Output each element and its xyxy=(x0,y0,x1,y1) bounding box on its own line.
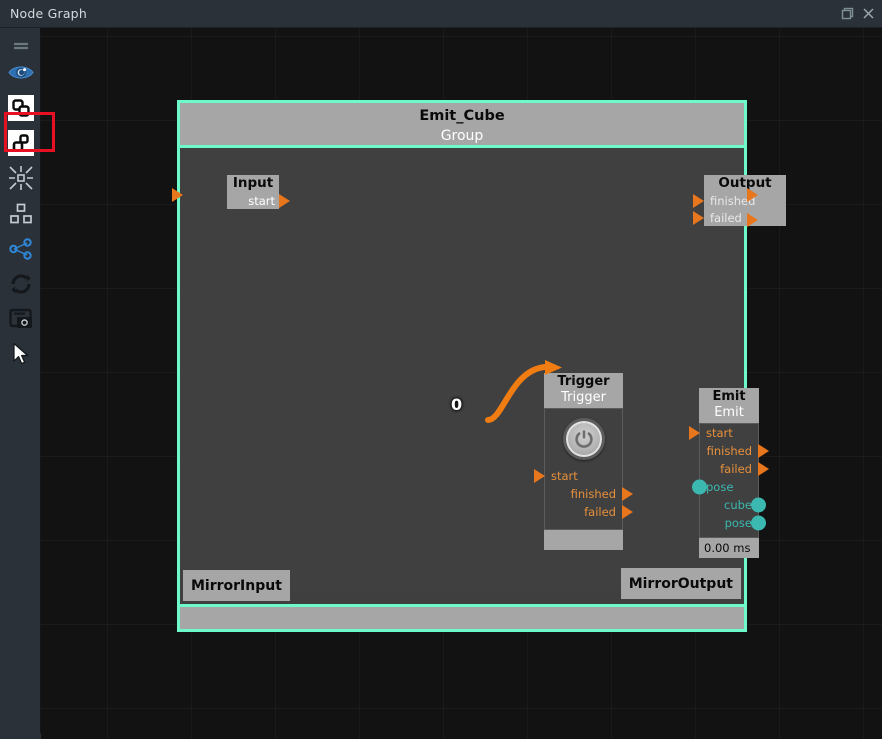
node-trigger-header: Trigger Trigger xyxy=(544,373,623,408)
data-in-dot-icon[interactable] xyxy=(692,479,707,495)
node-emit[interactable]: Emit Emit start finished failed pose cub… xyxy=(689,388,769,558)
node-emit-port-pose-out[interactable]: pose xyxy=(700,514,766,532)
port-label: start xyxy=(551,469,578,483)
port-label: failed xyxy=(720,462,752,476)
eye-icon[interactable] xyxy=(0,55,41,90)
toolbar-bottom-filler xyxy=(0,733,41,739)
exec-in-arrow-icon[interactable] xyxy=(693,193,704,208)
exec-out-arrow-icon[interactable] xyxy=(622,505,633,519)
refresh-icon[interactable] xyxy=(0,266,41,301)
group-output-port-finished[interactable]: finished xyxy=(693,192,786,209)
titlebar: Node Graph xyxy=(0,0,882,28)
toolbar xyxy=(0,28,55,739)
mirror-input-label: MirrorInput xyxy=(191,577,282,594)
window-buttons xyxy=(838,4,878,23)
node-emit-port-pose-in[interactable]: pose xyxy=(692,478,758,496)
exec-out-arrow-icon[interactable] xyxy=(622,487,633,501)
exec-in-arrow-icon[interactable] xyxy=(689,426,700,440)
node-trigger-body: start finished failed xyxy=(534,408,633,530)
exec-out-arrow-icon[interactable] xyxy=(758,462,769,476)
port-label: finished xyxy=(706,444,752,458)
exec-in-arrow-icon[interactable] xyxy=(693,210,704,225)
group-input-header: Input xyxy=(227,175,279,192)
screenshot-icon[interactable] xyxy=(0,301,41,336)
ungroup-nodes-icon[interactable] xyxy=(0,125,41,160)
node-emit-port-failed[interactable]: failed xyxy=(700,460,769,478)
cursor-icon[interactable] xyxy=(0,336,41,371)
node-trigger-port-failed[interactable]: failed xyxy=(545,503,633,521)
group-external-output-arrow-failed-icon[interactable] xyxy=(747,213,758,227)
group-external-output-arrow-finished-icon[interactable] xyxy=(747,188,758,202)
group-input-title: Input xyxy=(232,175,274,191)
edge-index-label: 0 xyxy=(451,395,463,414)
node-emit-execution-time: 0.00 ms xyxy=(699,538,759,558)
group-footer xyxy=(180,604,744,629)
node-emit-port-finished[interactable]: finished xyxy=(700,442,769,460)
node-emit-subtitle: Emit xyxy=(714,405,744,420)
node-emit-port-cube-out[interactable]: cube xyxy=(700,496,766,514)
group-output-title: Output xyxy=(718,175,772,191)
node-emit-port-start[interactable]: start xyxy=(689,424,758,442)
port-label: failed xyxy=(584,505,616,519)
exec-in-arrow-icon[interactable] xyxy=(534,469,545,483)
group-title: Emit_Cube xyxy=(419,108,505,124)
node-graph-window: Node Graph Emit_Cube Group Input start O… xyxy=(0,0,882,739)
data-out-dot-icon[interactable] xyxy=(751,515,766,531)
node-trigger-port-start[interactable]: start xyxy=(534,467,622,485)
close-icon[interactable] xyxy=(859,4,878,23)
node-trigger-port-finished[interactable]: finished xyxy=(545,485,633,503)
data-out-dot-icon[interactable] xyxy=(751,497,766,513)
layout-hierarchy-icon[interactable] xyxy=(0,196,41,231)
exec-out-arrow-icon[interactable] xyxy=(279,193,290,208)
collapse-icon[interactable] xyxy=(0,160,41,195)
group-input-node[interactable]: Input start xyxy=(227,175,290,209)
port-label: finished xyxy=(570,487,616,501)
node-trigger-subtitle: Trigger xyxy=(561,390,606,405)
port-label: start xyxy=(706,426,733,440)
group-subtype: Group xyxy=(440,128,484,144)
node-emit-body: start finished failed pose cube pose xyxy=(689,423,769,538)
port-label: cube xyxy=(724,498,752,512)
window-title: Node Graph xyxy=(10,6,87,21)
node-trigger-title: Trigger xyxy=(557,374,610,389)
group-output-port-failed[interactable]: failed xyxy=(693,209,786,226)
group-output-header: Output xyxy=(704,175,786,192)
group-input-port-start[interactable]: start xyxy=(227,192,290,209)
port-label: pose xyxy=(706,480,734,494)
port-label: start xyxy=(248,193,275,208)
group-nodes-icon[interactable] xyxy=(0,90,41,125)
float-window-icon[interactable] xyxy=(838,4,857,23)
mirror-output-label: MirrorOutput xyxy=(628,575,733,592)
group-output-node[interactable]: Output finished failed xyxy=(693,175,786,226)
group-node-emit-cube[interactable]: Emit_Cube Group Input start Output finis… xyxy=(172,100,786,632)
mirror-output-tab[interactable]: MirrorOutput xyxy=(620,568,741,599)
graph-canvas[interactable]: Emit_Cube Group Input start Output finis… xyxy=(41,28,882,739)
node-trigger[interactable]: Trigger Trigger start finished failed xyxy=(534,373,633,550)
share-graph-icon[interactable] xyxy=(0,231,41,266)
node-trigger-footer xyxy=(544,530,623,550)
exec-out-arrow-icon[interactable] xyxy=(758,444,769,458)
node-emit-header: Emit Emit xyxy=(699,388,759,423)
port-label: failed xyxy=(710,210,742,225)
mirror-input-tab[interactable]: MirrorInput xyxy=(183,570,290,601)
group-external-input-arrow-icon[interactable] xyxy=(172,188,183,202)
node-emit-title: Emit xyxy=(712,389,746,404)
port-label: pose xyxy=(724,516,752,530)
group-body xyxy=(180,148,744,591)
power-button-wrap xyxy=(545,409,622,467)
power-button[interactable] xyxy=(562,418,605,460)
group-header: Emit_Cube Group xyxy=(180,103,744,148)
